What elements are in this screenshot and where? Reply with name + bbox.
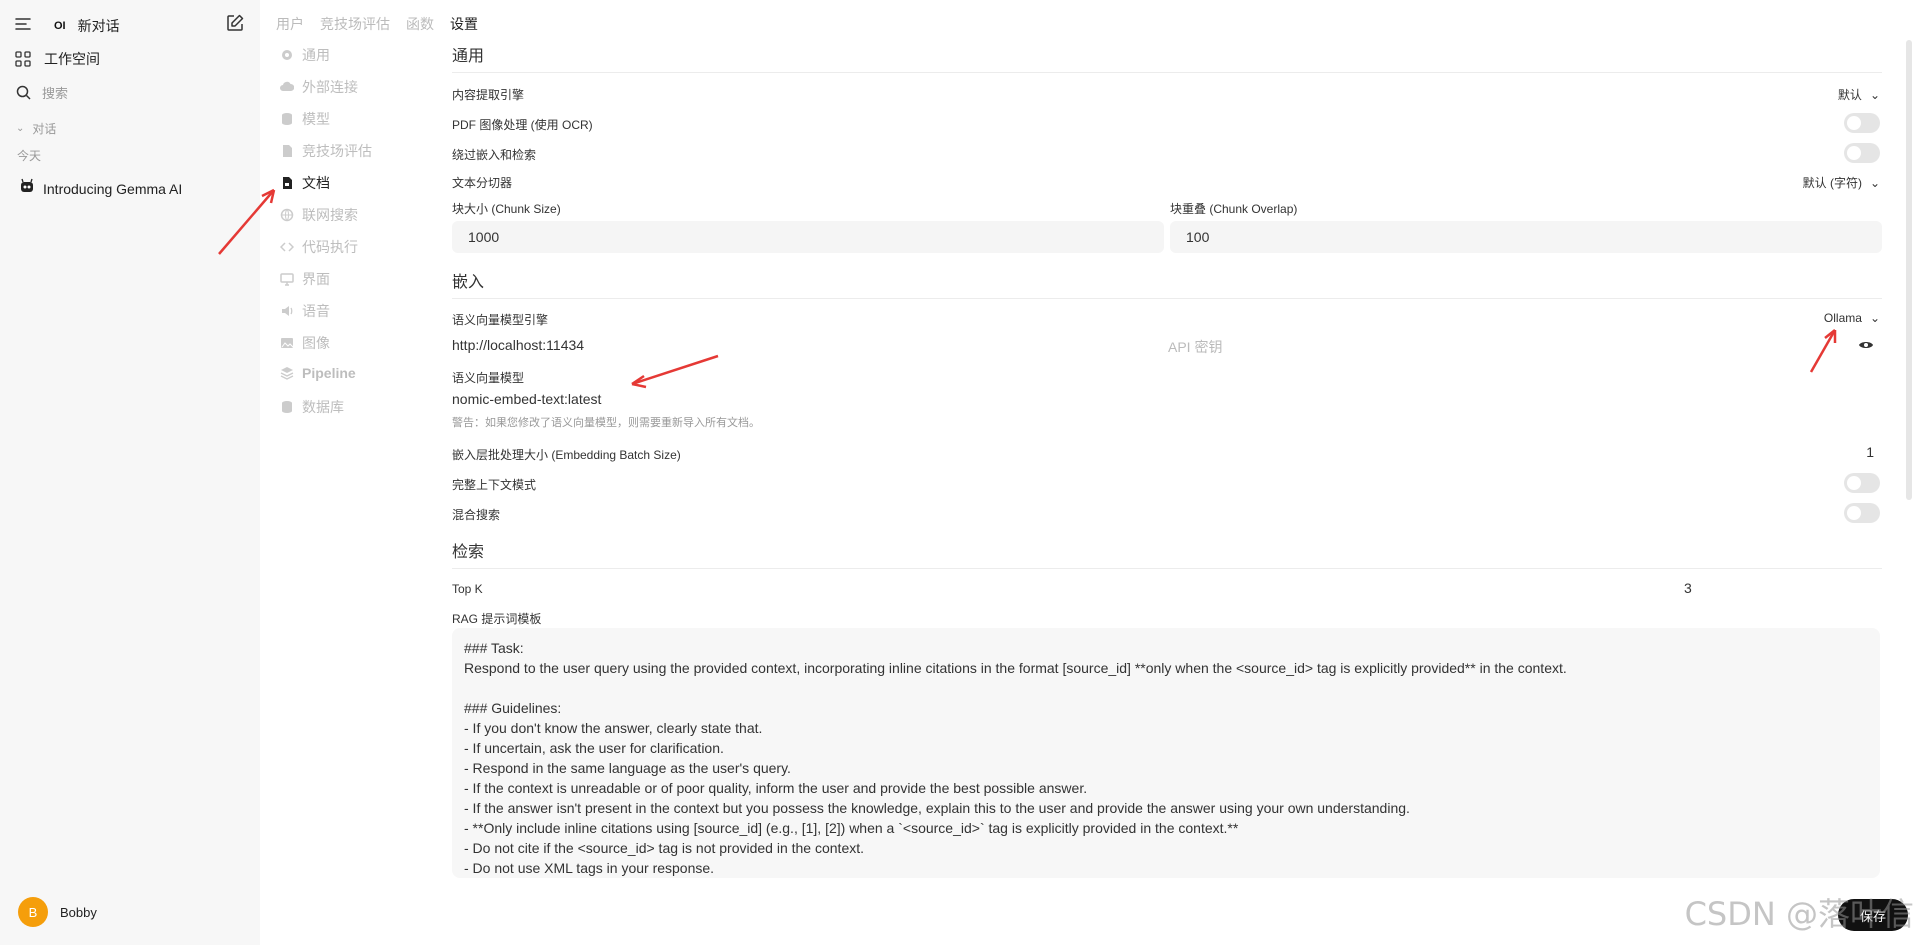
content-engine-label: 内容提取引擎 xyxy=(452,88,525,102)
ollama-url-input[interactable]: http://localhost:11434 xyxy=(452,337,584,353)
annotation-arrow xyxy=(631,354,719,389)
batch-size-label: 嵌入层批处理大小 (Embedding Batch Size) xyxy=(452,448,681,462)
embedding-model-input[interactable]: nomic-embed-text:latest xyxy=(452,391,601,407)
edit-icon xyxy=(226,14,244,32)
image-icon xyxy=(280,336,294,350)
chunk-overlap-label: 块重叠 (Chunk Overlap) xyxy=(1170,202,1298,216)
hybrid-search-toggle[interactable] xyxy=(1844,503,1880,523)
topk-input[interactable]: 3 xyxy=(1684,580,1692,596)
splitter-label: 文本分切器 xyxy=(452,176,513,190)
document-icon xyxy=(280,144,294,158)
divider xyxy=(452,298,1882,299)
user-menu[interactable]: B Bobby xyxy=(18,897,97,927)
new-chat-label: 新对话 xyxy=(77,18,120,34)
chats-section-label: 对话 xyxy=(32,122,57,136)
database-icon xyxy=(280,400,294,414)
chevron-down-icon: ⌄ xyxy=(1869,175,1880,190)
tab-arena[interactable]: 竞技场评估 xyxy=(320,14,390,34)
annotation-arrow xyxy=(1809,329,1837,373)
hybrid-search-label: 混合搜索 xyxy=(452,508,501,522)
new-chat-button[interactable] xyxy=(226,14,244,32)
documents-settings-panel: 通用 内容提取引擎 默认 ⌄ PDF 图像处理 (使用 OCR) 绕过嵌入和检索… xyxy=(452,0,1882,945)
workspace-link[interactable]: 工作空间 xyxy=(14,49,100,69)
avatar: B xyxy=(18,897,48,927)
splitter-select[interactable]: 默认 (字符) ⌄ xyxy=(1803,174,1880,191)
subnav-images[interactable]: 图像 xyxy=(280,333,330,353)
subnav-connections[interactable]: 外部连接 xyxy=(280,77,358,97)
rag-template-label: RAG 提示词模板 xyxy=(452,612,542,626)
pdf-ocr-label: PDF 图像处理 (使用 OCR) xyxy=(452,118,593,132)
embedding-warning: 警告：如果您修改了语义向量模型，则需要重新导入所有文档。 xyxy=(452,417,760,429)
chevron-down-icon: ⌄ xyxy=(1869,87,1880,102)
chevron-down-icon: ⌄ xyxy=(1869,311,1880,325)
layers-icon xyxy=(280,366,294,380)
chevron-down-icon: ⌄ xyxy=(16,123,25,134)
general-section-title: 通用 xyxy=(452,48,485,65)
pdf-ocr-toggle[interactable] xyxy=(1844,113,1880,133)
chunk-size-label: 块大小 (Chunk Size) xyxy=(452,202,561,216)
chats-section-toggle[interactable]: ⌄ 对话 xyxy=(16,120,56,137)
workspace-label: 工作空间 xyxy=(44,51,100,67)
rag-template-textarea[interactable]: ### Task: Respond to the user query usin… xyxy=(452,628,1880,878)
bypass-toggle[interactable] xyxy=(1844,143,1880,163)
search-field[interactable]: 搜索 xyxy=(14,83,68,102)
annotation-arrow xyxy=(218,188,276,255)
subnav-database[interactable]: 数据库 xyxy=(280,397,344,417)
menu-button[interactable] xyxy=(14,15,32,33)
user-name: Bobby xyxy=(60,904,97,920)
tab-functions[interactable]: 函数 xyxy=(406,14,434,34)
subnav-arena[interactable]: 竞技场评估 xyxy=(280,141,372,161)
bypass-label: 绕过嵌入和检索 xyxy=(452,148,537,162)
chat-sidebar: OI 新对话 工作空间 搜索 ⌄ 对话 今天 Introducing Gemma… xyxy=(0,0,260,945)
chunk-overlap-input[interactable]: 100 xyxy=(1170,221,1882,253)
topk-label: Top K xyxy=(452,582,483,596)
embedding-model-label: 语义向量模型 xyxy=(452,371,525,385)
robot-icon xyxy=(19,178,35,199)
full-context-toggle[interactable] xyxy=(1844,473,1880,493)
subnav-models[interactable]: 模型 xyxy=(280,109,330,129)
subnav-general[interactable]: 通用 xyxy=(280,45,330,65)
database-icon xyxy=(280,112,294,126)
chat-item-title: Introducing Gemma AI xyxy=(43,180,183,197)
cloud-icon xyxy=(280,80,295,94)
subnav-web-search[interactable]: 联网搜索 xyxy=(280,205,358,225)
today-label: 今天 xyxy=(17,149,42,163)
new-chat-link[interactable]: OI 新对话 xyxy=(54,16,120,36)
subnav-audio[interactable]: 语音 xyxy=(280,301,330,321)
speaker-icon xyxy=(280,304,294,318)
gear-icon xyxy=(280,48,294,62)
menu-icon xyxy=(14,15,32,33)
embedding-engine-label: 语义向量模型引擎 xyxy=(452,313,549,327)
batch-size-input[interactable]: 1 xyxy=(1866,444,1874,460)
embedding-section-title: 嵌入 xyxy=(452,274,485,291)
divider xyxy=(452,568,1882,569)
content-engine-select[interactable]: 默认 ⌄ xyxy=(1838,86,1880,103)
api-key-input[interactable]: API 密钥 xyxy=(1168,337,1222,357)
chat-item[interactable]: Introducing Gemma AI xyxy=(19,178,182,199)
search-icon xyxy=(14,84,32,102)
grid-icon xyxy=(14,50,32,68)
subnav-interface[interactable]: 界面 xyxy=(280,269,330,289)
full-context-label: 完整上下文模式 xyxy=(452,478,537,492)
subnav-documents[interactable]: 文档 xyxy=(280,173,330,193)
scrollbar[interactable] xyxy=(1906,40,1912,500)
monitor-icon xyxy=(280,272,294,286)
tab-users[interactable]: 用户 xyxy=(276,14,304,34)
retrieval-section-title: 检索 xyxy=(452,544,485,561)
search-placeholder: 搜索 xyxy=(42,86,69,101)
eye-icon[interactable] xyxy=(1858,338,1874,356)
watermark: CSDN @落叶信 xyxy=(1684,895,1914,933)
divider xyxy=(452,72,1882,73)
chunk-size-input[interactable]: 1000 xyxy=(452,221,1164,253)
brand-logo: OI xyxy=(54,20,66,32)
subnav-code-execution[interactable]: 代码执行 xyxy=(279,237,358,257)
subnav-pipeline[interactable]: Pipeline xyxy=(280,365,356,381)
